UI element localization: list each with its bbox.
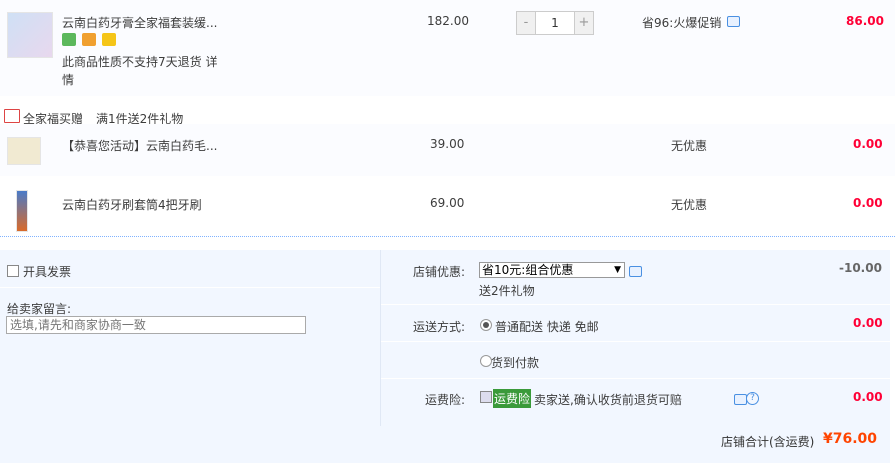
message-label: 给卖家留言: xyxy=(7,302,72,316)
shop-discount-select[interactable]: 省10元:组合优惠 ▼ xyxy=(479,262,625,278)
gift-item-subtotal: 0.00 xyxy=(853,137,883,151)
shipping-option-cod: 货到付款 xyxy=(491,356,540,370)
return-notice: 此商品性质不支持7天退货 详 xyxy=(62,55,218,69)
promo-chat-icon[interactable] xyxy=(727,16,740,27)
gift-item-title[interactable]: 云南白药牙刷套筒4把牙刷 xyxy=(62,196,202,213)
insurance-checkbox[interactable] xyxy=(480,391,492,403)
shipping-option-standard-radio[interactable] xyxy=(480,319,492,331)
product-title-link[interactable]: 云南白药牙膏全家福套装缓... xyxy=(62,14,217,31)
service-icon-3[interactable] xyxy=(102,33,116,46)
insurance-chat-icon[interactable] xyxy=(734,394,747,405)
right-row-divider xyxy=(381,304,890,305)
shipping-amount: 0.00 xyxy=(853,316,883,330)
shop-discount-note: 送2件礼物 xyxy=(479,284,535,298)
insurance-amount: 0.00 xyxy=(853,390,883,404)
gift-thumbnail[interactable] xyxy=(7,137,41,165)
shop-discount-amount: -10.00 xyxy=(839,261,882,275)
gift-icon xyxy=(4,109,20,123)
discount-chat-icon[interactable] xyxy=(629,266,642,277)
main-item-subtotal: 86.00 xyxy=(846,14,884,28)
qty-input[interactable]: 1 xyxy=(535,12,575,34)
detail-link[interactable]: 详 xyxy=(205,55,217,69)
promo-text: 省96:火爆促销 xyxy=(642,16,722,30)
gift-item-price: 69.00 xyxy=(430,196,465,210)
return-notice-tail: 情 xyxy=(62,73,75,87)
total-label: 店铺合计(含运费) xyxy=(721,435,815,449)
gift-item-subtotal: 0.00 xyxy=(853,196,883,210)
shipping-option-standard: 普通配送 快递 免邮 xyxy=(495,320,599,334)
gift-item-promo: 无优惠 xyxy=(671,139,708,153)
section-divider xyxy=(0,236,895,237)
service-icon-2[interactable] xyxy=(82,33,96,46)
dropdown-arrow-icon: ▼ xyxy=(614,265,621,275)
left-row-divider xyxy=(0,287,380,288)
gift-thumbnail[interactable] xyxy=(16,190,28,232)
qty-minus-button[interactable]: - xyxy=(517,12,535,34)
service-icon-1[interactable] xyxy=(62,33,76,46)
invoice-checkbox[interactable] xyxy=(7,265,19,277)
message-input[interactable] xyxy=(6,316,306,334)
shop-discount-label: 店铺优惠: xyxy=(413,265,466,279)
gift-item-price: 39.00 xyxy=(430,137,465,151)
quantity-stepper[interactable]: - 1 + xyxy=(516,11,594,35)
total-value: ¥76.00 xyxy=(823,431,878,447)
gift-item-promo: 无优惠 xyxy=(671,198,708,212)
right-row-divider xyxy=(381,378,890,379)
product-thumbnail[interactable] xyxy=(7,12,53,58)
unit-price: 182.00 xyxy=(427,14,469,28)
insurance-desc: 卖家送,确认收货前退货可赔 xyxy=(534,393,682,407)
qty-plus-button[interactable]: + xyxy=(575,12,593,34)
right-row-divider xyxy=(381,341,890,342)
panel-vertical-divider xyxy=(380,250,381,426)
insurance-label: 运费险: xyxy=(425,393,466,407)
help-question-icon[interactable]: ? xyxy=(746,392,759,405)
invoice-label: 开具发票 xyxy=(23,265,72,279)
gift-item-title[interactable]: 【恭喜您活动】云南白药毛... xyxy=(62,137,217,154)
insurance-tag: 运费险 xyxy=(493,389,532,408)
shipping-label: 运送方式: xyxy=(413,320,466,334)
